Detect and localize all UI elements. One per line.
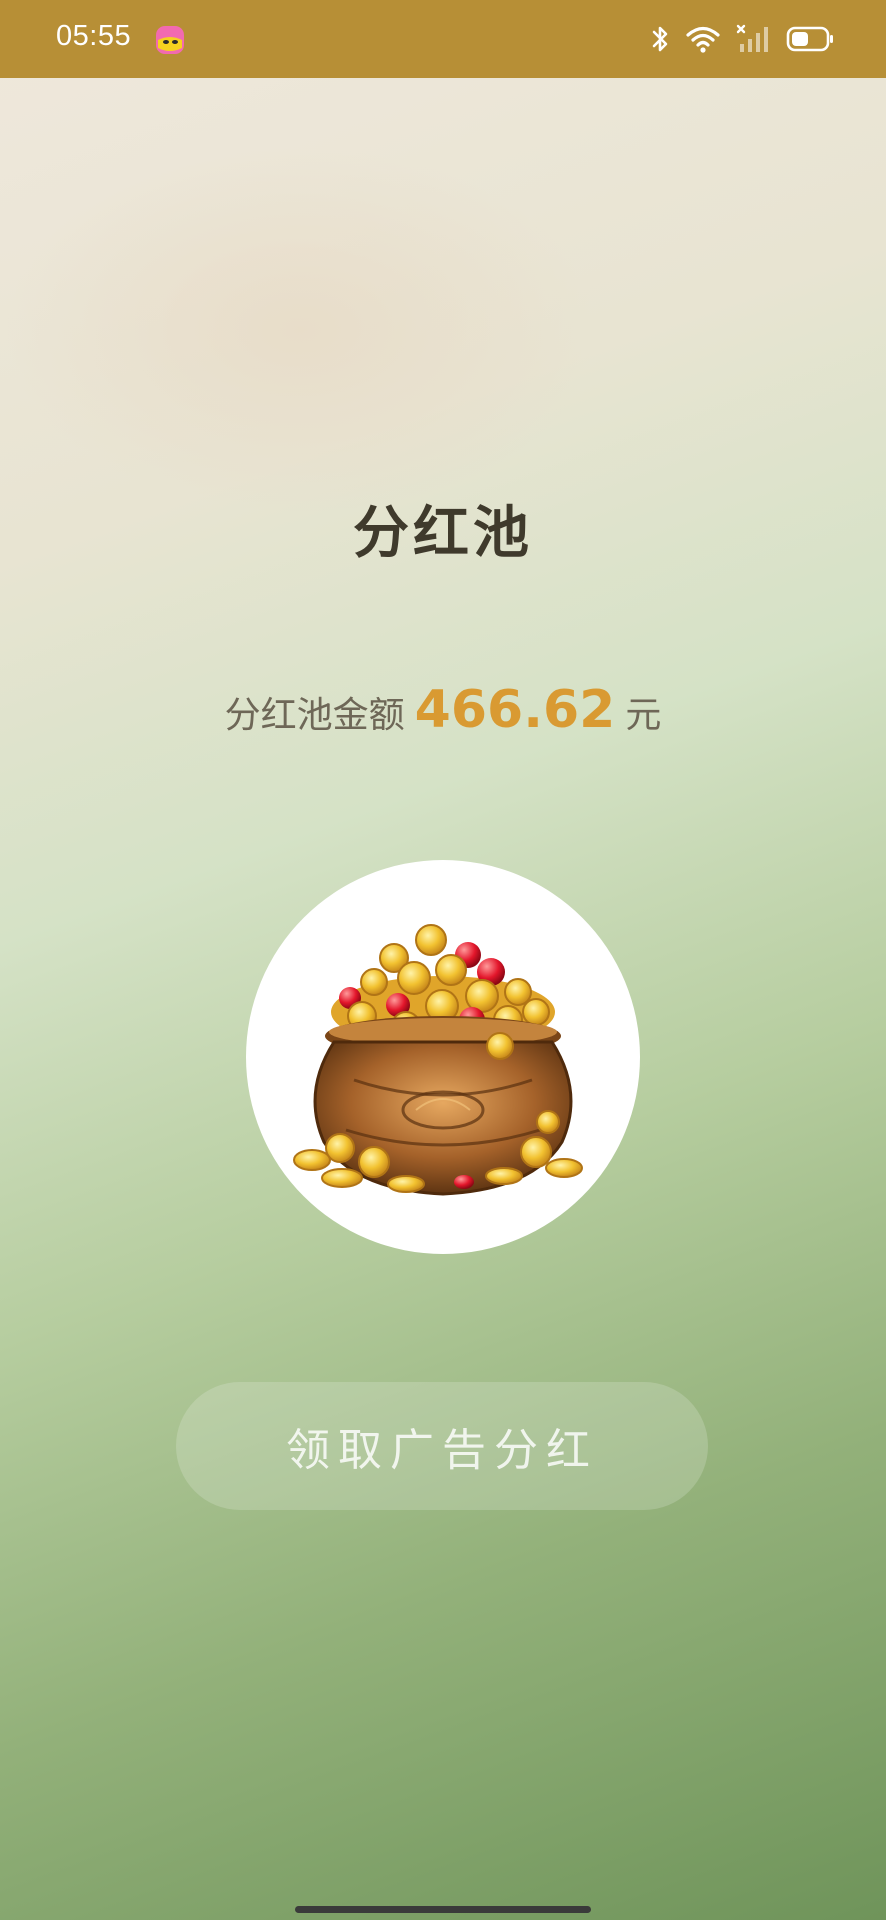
app-notification-icon xyxy=(156,26,184,54)
signal-no-service-icon xyxy=(736,24,768,52)
amount-label: 分红池金额 xyxy=(224,695,405,736)
claim-ad-dividend-button[interactable]: 领取广告分红 xyxy=(176,1382,708,1510)
treasure-pot-icon xyxy=(293,924,583,1196)
bluetooth-icon xyxy=(652,26,668,52)
screen: 05:55 分红池 分红池金额 466.62 元 领取广告分红 xyxy=(0,0,886,1920)
amount-unit: 元 xyxy=(625,695,662,736)
battery-icon xyxy=(786,26,833,52)
page-title: 分红池 xyxy=(353,501,533,566)
amount-value: 466.62 xyxy=(414,680,616,740)
status-bar: 05:55 xyxy=(0,0,886,78)
wifi-icon xyxy=(686,26,720,53)
home-indicator[interactable] xyxy=(295,1906,591,1913)
status-time: 05:55 xyxy=(56,20,132,52)
status-icons xyxy=(650,22,834,56)
treasure-pot-image xyxy=(246,860,640,1254)
amount-row: 分红池金额 466.62 元 xyxy=(0,680,886,740)
